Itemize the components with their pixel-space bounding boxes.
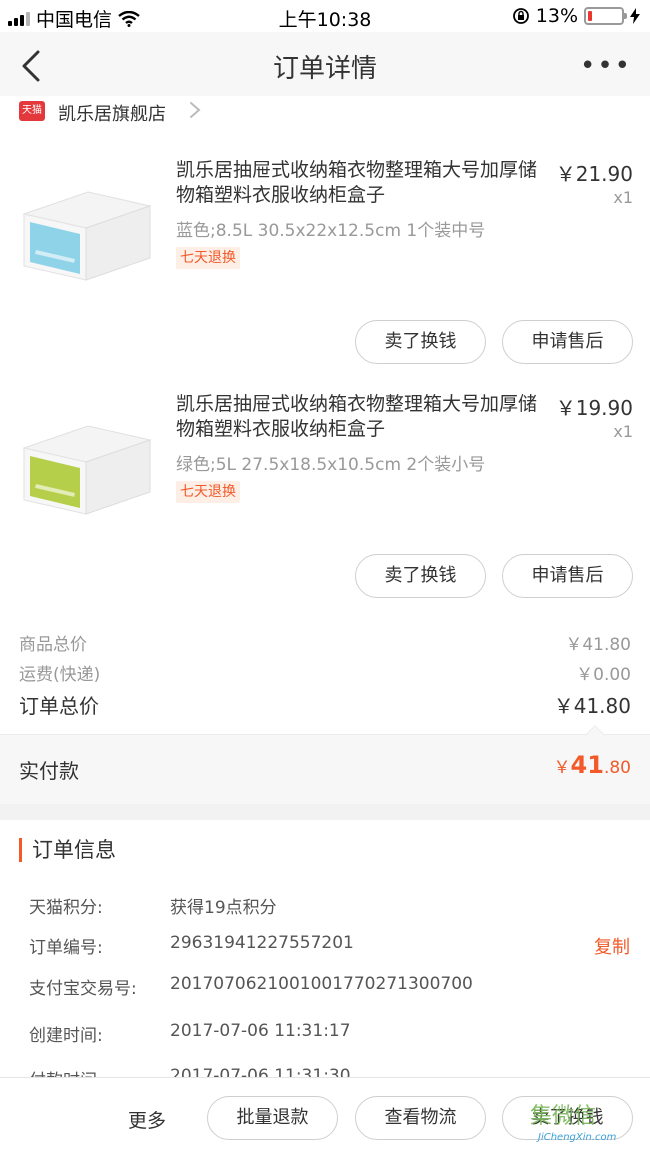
info-value: 29631941227557201 xyxy=(170,933,354,953)
more-menu-button[interactable]: ••• xyxy=(580,53,632,79)
sell-for-cash-button[interactable]: 卖了换钱 xyxy=(355,554,486,598)
info-row-created-time: 创建时间: 2017-07-06 11:31:17 xyxy=(0,1021,650,1051)
amount-paid-value: ￥41.80 xyxy=(554,751,631,779)
product-item[interactable]: 凯乐居抽屉式收纳箱衣物整理箱大号加厚储物箱塑料衣服收纳柜盒子 ￥19.90 x1… xyxy=(0,392,650,626)
product-price: ￥19.90 xyxy=(555,396,633,420)
info-row-points: 天猫积分: 获得19点积分 xyxy=(0,893,650,923)
info-row-order-number: 订单编号: 29631941227557201 复制 xyxy=(0,933,650,963)
info-value: 2017-07-06 11:31:17 xyxy=(170,1021,351,1041)
nav-bar: 订单详情 ••• xyxy=(0,32,650,100)
chevron-right-icon xyxy=(190,102,201,118)
watermark-text: 集微信 xyxy=(530,1104,597,1129)
amount-integer: 41 xyxy=(570,751,604,779)
rotation-lock-icon xyxy=(512,8,529,24)
shipping-label: 运费(快递) xyxy=(19,665,101,685)
page-title: 订单详情 xyxy=(272,54,377,84)
battery-icon xyxy=(584,7,627,25)
watermark-url: JiChengXin.com xyxy=(538,1132,617,1143)
order-info-heading: 订单信息 xyxy=(19,838,116,862)
goods-total-value: ￥41.80 xyxy=(565,635,631,655)
order-total-value: ￥41.80 xyxy=(553,694,631,718)
batch-refund-button[interactable]: 批量退款 xyxy=(207,1096,338,1140)
watermark-logo: 集微信 JiChengXin.com xyxy=(530,1098,646,1154)
after-sale-button[interactable]: 申请售后 xyxy=(502,554,633,598)
info-row-alipay-trade: 支付宝交易号: 2017070621001001770271300700 xyxy=(0,974,650,1004)
tmall-icon: 天猫 xyxy=(19,101,45,121)
amount-paid-label: 实付款 xyxy=(19,759,79,783)
view-logistics-button[interactable]: 查看物流 xyxy=(355,1096,486,1140)
order-total-label: 订单总价 xyxy=(19,694,99,718)
shop-row[interactable]: 天猫 凯乐居旗舰店 xyxy=(0,96,650,128)
product-price: ￥21.90 xyxy=(555,162,633,186)
battery-fill xyxy=(588,11,593,21)
info-value: 2017070621001001770271300700 xyxy=(170,974,473,994)
info-label: 创建时间: xyxy=(29,1026,103,1046)
return-policy-badge: 七天退换 xyxy=(176,481,240,503)
amount-paid-row: 实付款 ￥41.80 xyxy=(0,725,650,804)
goods-total-label: 商品总价 xyxy=(19,635,87,655)
info-label: 天猫积分: xyxy=(29,898,103,918)
product-spec: 绿色;5L 27.5x18.5x10.5cm 2个装小号 xyxy=(176,455,486,475)
product-quantity: x1 xyxy=(613,422,633,441)
product-image[interactable] xyxy=(18,418,153,518)
notch-decoration xyxy=(585,725,605,745)
product-quantity: x1 xyxy=(613,188,633,207)
info-value: 获得19点积分 xyxy=(170,898,277,918)
product-title[interactable]: 凯乐居抽屉式收纳箱衣物整理箱大号加厚储物箱塑料衣服收纳柜盒子 xyxy=(176,392,538,442)
sell-for-cash-button[interactable]: 卖了换钱 xyxy=(355,320,486,364)
more-actions-button[interactable]: 更多 xyxy=(128,1106,166,1133)
battery-percent: 13% xyxy=(535,5,578,27)
charging-icon xyxy=(630,8,640,24)
info-label: 订单编号: xyxy=(29,938,103,958)
info-label: 支付宝交易号: xyxy=(29,979,137,999)
copy-button[interactable]: 复制 xyxy=(594,933,630,959)
shipping-value: ￥0.00 xyxy=(576,665,631,685)
product-title[interactable]: 凯乐居抽屉式收纳箱衣物整理箱大号加厚储物箱塑料衣服收纳柜盒子 xyxy=(176,158,538,208)
product-item[interactable]: 凯乐居抽屉式收纳箱衣物整理箱大号加厚储物箱塑料衣服收纳柜盒子 ￥21.90 x1… xyxy=(0,158,650,392)
return-policy-badge: 七天退换 xyxy=(176,247,240,269)
status-right: 13% xyxy=(512,5,640,27)
product-image[interactable] xyxy=(18,184,153,284)
currency-symbol: ￥ xyxy=(553,758,571,778)
after-sale-button[interactable]: 申请售后 xyxy=(502,320,633,364)
shop-name[interactable]: 凯乐居旗舰店 xyxy=(58,100,166,126)
section-divider xyxy=(0,804,650,820)
amount-decimal: .80 xyxy=(603,758,631,778)
status-bar: 中国电信 上午10:38 13% xyxy=(0,0,650,32)
product-spec: 蓝色;8.5L 30.5x22x12.5cm 1个装中号 xyxy=(176,221,486,241)
